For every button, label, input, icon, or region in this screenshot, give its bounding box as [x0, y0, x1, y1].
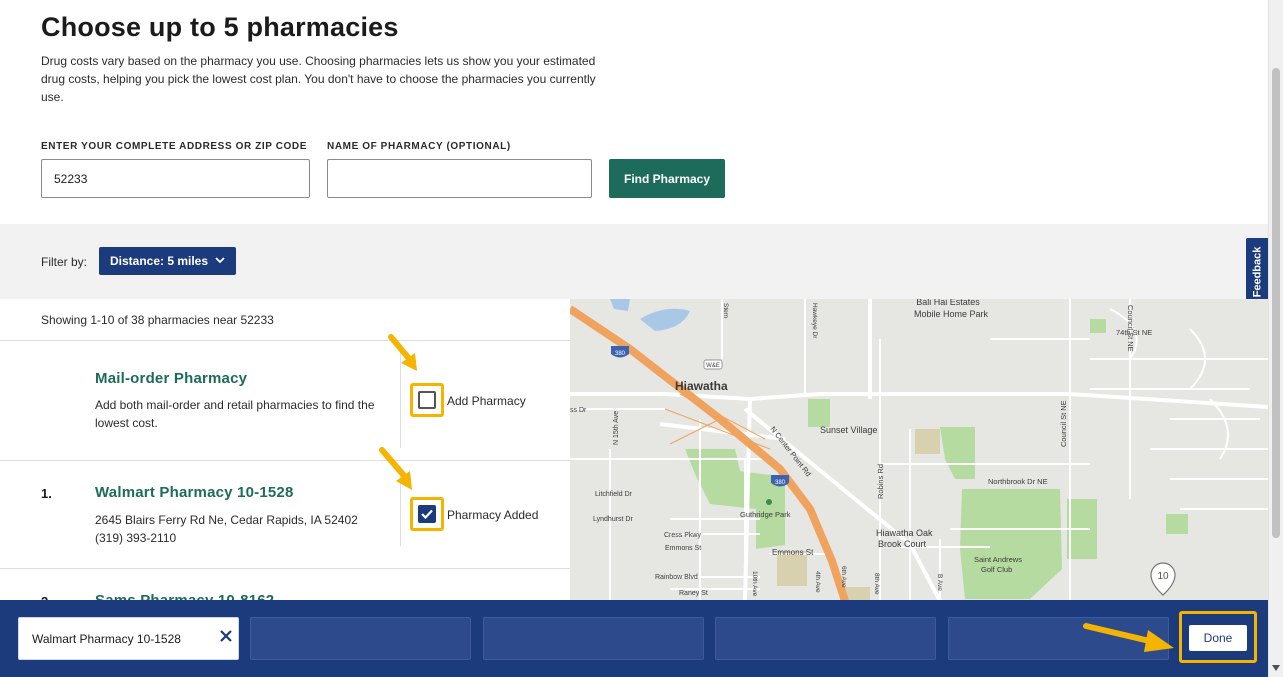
address-label: ENTER YOUR COMPLETE ADDRESS OR ZIP CODE	[41, 141, 308, 152]
feedback-tab[interactable]: Feedback	[1246, 238, 1268, 306]
map-label: 4th Ave	[814, 571, 821, 593]
page-intro: Drug costs vary based on the pharmacy yo…	[41, 54, 596, 104]
close-icon[interactable]	[220, 626, 232, 647]
map-label: Bali Hai Estates	[916, 299, 980, 307]
result-number: 1.	[41, 486, 52, 501]
selected-pharmacies-tray: Walmart Pharmacy 10-1528	[0, 600, 1268, 677]
map-label: N 15th Ave	[613, 411, 620, 445]
map-label: Cress Pkwy	[664, 532, 701, 539]
page: Choose up to 5 pharmacies Drug costs var…	[0, 0, 1283, 677]
address-input[interactable]	[41, 159, 310, 198]
scrollbar-thumb[interactable]	[1272, 68, 1280, 538]
map-label: Hiawatha Oak	[876, 528, 933, 538]
empty-pharmacy-slot	[483, 617, 704, 660]
map-label: Emmons St	[665, 545, 701, 552]
pharmacy-name-link[interactable]: Walmart Pharmacy 10-1528	[95, 484, 294, 501]
pharmacy-map[interactable]: 380 380 W&E Bali Hai Estates Mobile Home…	[570, 299, 1268, 601]
map-label: Council St NE	[1059, 400, 1068, 447]
map-label: Mobile Home Park	[914, 309, 989, 319]
filter-bar: Filter by: Distance: 5 miles	[0, 224, 1268, 299]
empty-pharmacy-slot	[715, 617, 936, 660]
map-label: W&E	[706, 363, 720, 369]
scroll-down-icon[interactable]	[1272, 664, 1280, 673]
filter-label: Filter by:	[41, 255, 88, 269]
map-label: Litchfield Dr	[595, 491, 633, 498]
page-title: Choose up to 5 pharmacies	[41, 12, 399, 42]
map-label: ss Dr	[570, 407, 587, 414]
pharmacy-name-label: NAME OF PHARMACY (OPTIONAL)	[327, 141, 511, 152]
mail-order-description: Add both mail-order and retail pharmacie…	[95, 398, 375, 430]
distance-filter-label: Distance: 5 miles	[109, 254, 209, 268]
park-icon	[766, 499, 772, 505]
map-label: Northbrook Dr NE	[988, 477, 1048, 486]
map-label: Emmons St	[772, 548, 814, 557]
empty-pharmacy-slot	[250, 617, 471, 660]
map-label: Sunset Village	[820, 425, 877, 435]
selected-pharmacy-slot: Walmart Pharmacy 10-1528	[18, 617, 239, 660]
map-label: Golf Club	[981, 565, 1012, 574]
feedback-label: Feedback	[1251, 246, 1263, 298]
map-label: Rainbow Blvd	[655, 574, 698, 581]
pharmacy-address: 2645 Blairs Ferry Rd Ne, Cedar Rapids, I…	[95, 513, 358, 527]
map-label: B Ave	[936, 574, 943, 591]
map-label: Stem	[722, 303, 729, 318]
map-label: Raney St	[679, 590, 708, 597]
add-pharmacy-checkbox[interactable]	[410, 383, 444, 417]
divider	[0, 568, 570, 569]
divider	[0, 460, 570, 461]
tutorial-arrow-icon	[1083, 623, 1174, 652]
distance-filter-button[interactable]: Distance: 5 miles	[99, 247, 236, 275]
tutorial-arrow-icon	[379, 447, 412, 490]
pharmacy-phone: (319) 393-2110	[95, 531, 177, 545]
pharmacy-name-input[interactable]	[327, 159, 592, 198]
scrollbar[interactable]	[1268, 0, 1283, 677]
chevron-down-icon	[215, 256, 225, 266]
map-label: Hawkeye Dr	[811, 303, 818, 339]
map-label: Lyndhurst Dr	[593, 516, 633, 523]
checkbox-box	[418, 391, 436, 409]
done-button[interactable]: Done	[1189, 625, 1247, 651]
mail-order-name[interactable]: Mail-order Pharmacy	[95, 370, 247, 387]
tutorial-arrow-icon	[388, 334, 417, 371]
map-label: Guthridge Park	[740, 510, 791, 519]
map-label: Robins Rd	[876, 464, 885, 499]
map-label: 380	[615, 351, 626, 357]
check-icon	[418, 505, 436, 523]
results-count: Showing 1-10 of 38 pharmacies near 52233	[41, 313, 274, 327]
map-marker-label: 10	[1157, 571, 1169, 582]
add-pharmacy-label: Add Pharmacy	[447, 394, 526, 408]
pharmacy-added-label: Pharmacy Added	[447, 508, 539, 522]
map-label: 380	[775, 480, 786, 486]
done-highlight: Done	[1179, 611, 1257, 663]
map-label: 10th Ave	[751, 571, 758, 597]
map-label: Hiawatha	[675, 379, 728, 393]
selected-pharmacy-name: Walmart Pharmacy 10-1528	[32, 632, 181, 646]
divider	[0, 340, 570, 341]
map-label: 8th Ave	[873, 573, 880, 595]
find-pharmacy-button[interactable]: Find Pharmacy	[609, 159, 725, 198]
map-label: Saint Andrews	[974, 555, 1022, 564]
map-label: Brook Court	[878, 539, 927, 549]
pharmacy-added-checkbox[interactable]	[410, 497, 444, 531]
map-label: 74th St NE	[1116, 328, 1152, 337]
map-label: 6th Ave	[840, 566, 847, 588]
